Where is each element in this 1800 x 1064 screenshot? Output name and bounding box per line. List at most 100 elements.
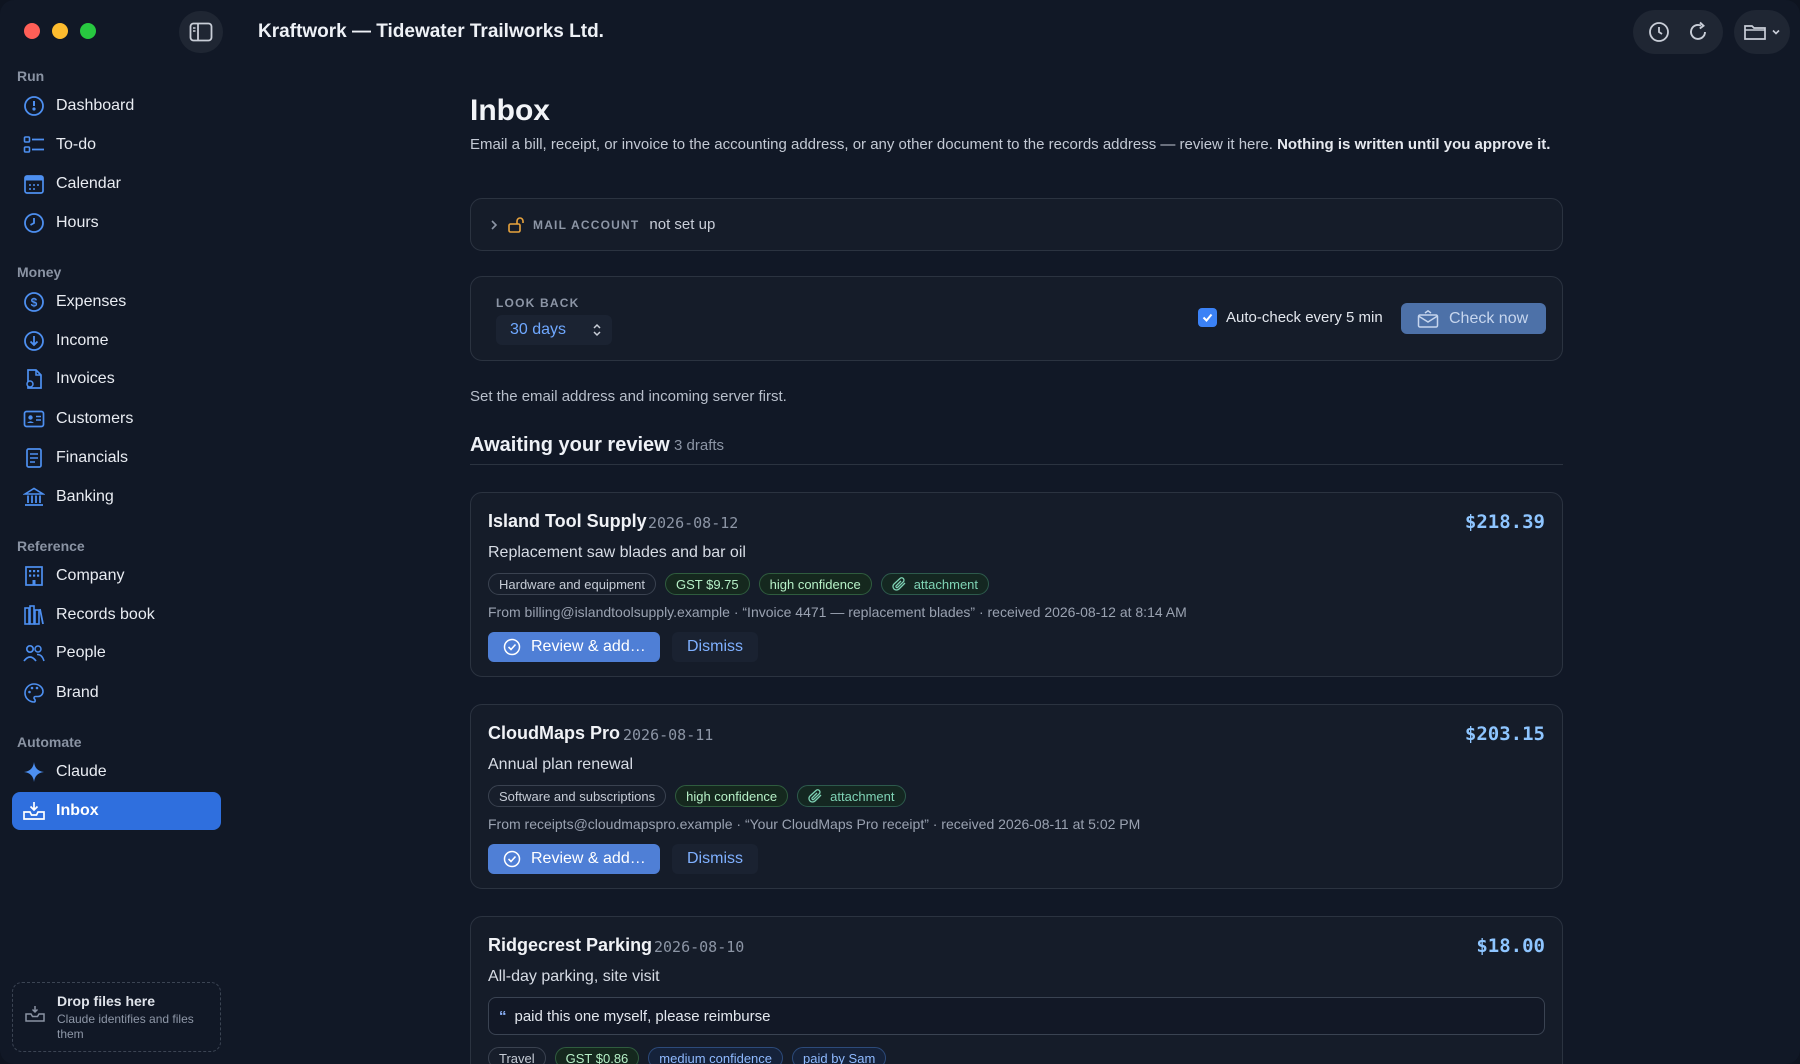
bank-icon — [22, 485, 46, 509]
draft-description: All-day parking, site visit — [488, 968, 660, 985]
palette-icon — [22, 681, 46, 705]
check-circle-icon — [503, 638, 521, 656]
auto-check-toggle[interactable]: Auto-check every 5 min — [1198, 308, 1383, 327]
close-window-button[interactable] — [24, 23, 40, 39]
main-content: Inbox Email a bill, receipt, or invoice … — [470, 64, 1563, 1064]
sidebar-item-label: Customers — [56, 410, 134, 427]
draft-card: Ridgecrest Parking 2026-08-10 $18.00 All… — [470, 916, 1563, 1064]
sidebar-toggle-button[interactable] — [179, 11, 223, 53]
sidebar-item-calendar[interactable]: Calendar — [12, 165, 221, 203]
sidebar-item-label: Income — [56, 332, 109, 349]
attachment-label: attachment — [830, 788, 895, 804]
attachment-tag[interactable]: attachment — [880, 573, 990, 595]
report-icon — [22, 446, 46, 470]
draft-card: Island Tool Supply 2026-08-12 $218.39 Re… — [470, 492, 1563, 677]
tray-icon — [25, 1005, 45, 1028]
category-tag: Hardware and equipment — [488, 573, 656, 595]
sidebar-item-label: Financials — [56, 449, 129, 466]
sidebar-item-customers[interactable]: Customers — [12, 400, 221, 438]
awaiting-review-heading: Awaiting your review — [470, 434, 670, 456]
title-bar: Kraftwork — Tidewater Trailworks Ltd. — [0, 0, 1800, 64]
confidence-tag: medium confidence — [648, 1047, 784, 1064]
building-icon — [22, 564, 46, 588]
sidebar-item-records-book[interactable]: Records book — [12, 596, 221, 634]
chevron-up-down-icon — [592, 322, 602, 343]
sidebar-item-invoices[interactable]: Invoices — [12, 360, 221, 398]
draft-vendor: CloudMaps Pro — [488, 723, 621, 743]
review-add-button[interactable]: Review & add… — [488, 844, 660, 874]
draft-vendor: Ridgecrest Parking — [488, 935, 653, 955]
zoom-window-button[interactable] — [80, 23, 96, 39]
auto-check-label: Auto-check every 5 min — [1226, 309, 1383, 326]
sidebar-item-label: Records book — [56, 606, 155, 623]
drop-files-zone[interactable]: Drop files here Claude identifies and fi… — [12, 982, 221, 1052]
section-label-automate: Automate — [17, 734, 82, 750]
sender-note: “ paid this one myself, please reimburse — [488, 997, 1545, 1035]
sidebar-item-label: Claude — [56, 763, 107, 780]
folder-icon — [1744, 25, 1766, 40]
paperclip-icon — [808, 789, 822, 803]
review-add-label: Review & add… — [531, 638, 646, 655]
sidebar-item-banking[interactable]: Banking — [12, 478, 221, 516]
look-back-label: LOOK BACK — [496, 296, 580, 310]
unlocked-lock-icon — [508, 216, 524, 233]
sidebar-item-label: Invoices — [56, 370, 115, 387]
mail-check-icon — [1417, 309, 1439, 328]
draft-vendor: Island Tool Supply — [488, 511, 647, 531]
sidebar-item-brand[interactable]: Brand — [12, 674, 221, 712]
draft-amount: $18.00 — [1476, 935, 1545, 957]
sidebar-item-company[interactable]: Company — [12, 557, 221, 595]
draft-meta: From billing@islandtoolsupply.example · … — [488, 604, 1187, 620]
look-back-value: 30 days — [510, 321, 567, 338]
look-back-panel: LOOK BACK 30 days Auto-check every 5 min… — [470, 276, 1563, 361]
sidebar-item-dashboard[interactable]: Dashboard — [12, 87, 221, 125]
sidebar-item-people[interactable]: People — [12, 634, 221, 672]
chevron-down-icon — [1772, 29, 1780, 35]
sidebar-item-claude[interactable]: Claude — [12, 753, 221, 791]
draft-tags: Software and subscriptions high confiden… — [488, 785, 906, 807]
sidebar-item-income[interactable]: Income — [12, 322, 221, 360]
section-label-money: Money — [17, 264, 62, 280]
clock-icon — [22, 211, 46, 235]
paperclip-icon — [892, 577, 906, 591]
calendar-icon — [22, 172, 46, 196]
sidebar-item-label: Calendar — [56, 175, 121, 192]
draft-tags: Travel GST $0.86 medium confidence paid … — [488, 1047, 887, 1064]
history-button[interactable] — [1642, 15, 1676, 49]
sidebar-item-label: Dashboard — [56, 97, 135, 114]
dismiss-button[interactable]: Dismiss — [672, 844, 758, 874]
sidebar-item-to-do[interactable]: To-do — [12, 126, 221, 164]
document-icon — [22, 367, 46, 391]
folder-menu-button[interactable] — [1734, 10, 1790, 54]
sidebar-icon — [189, 22, 213, 42]
sidebar-item-label: Expenses — [56, 293, 127, 310]
sender-note-text: paid this one myself, please reimburse — [514, 1007, 771, 1025]
sidebar-item-inbox[interactable]: Inbox — [12, 792, 221, 830]
inbox-icon — [22, 799, 46, 823]
sidebar-item-expenses[interactable]: $ Expenses — [12, 283, 221, 321]
confidence-tag: high confidence — [675, 785, 789, 807]
page-subtitle-emphasis: Nothing is written until you approve it. — [1277, 136, 1551, 153]
review-add-button[interactable]: Review & add… — [488, 632, 660, 662]
window-title: Kraftwork — Tidewater Trailworks Ltd. — [258, 21, 604, 42]
sidebar-item-label: People — [56, 644, 106, 661]
check-now-button[interactable]: Check now — [1401, 303, 1546, 334]
sidebar-item-label: Brand — [56, 684, 99, 701]
app-window: Kraftwork — Tidewater Trailworks Ltd. Ru… — [0, 0, 1800, 1064]
auto-check-checkbox[interactable] — [1198, 308, 1217, 327]
sidebar-item-financials[interactable]: Financials — [12, 439, 221, 477]
dismiss-button[interactable]: Dismiss — [672, 632, 758, 662]
drop-zone-subtitle: Claude identifies and files them — [57, 1012, 194, 1041]
minimize-window-button[interactable] — [52, 23, 68, 39]
mail-account-panel[interactable]: MAIL ACCOUNT not set up — [470, 198, 1563, 251]
look-back-select[interactable]: 30 days — [496, 315, 612, 345]
page-title: Inbox — [470, 94, 550, 127]
sidebar-item-hours[interactable]: Hours — [12, 204, 221, 242]
refresh-icon — [1689, 21, 1706, 40]
draft-amount: $203.15 — [1464, 723, 1545, 745]
attachment-tag[interactable]: attachment — [797, 785, 906, 807]
books-icon — [22, 603, 46, 627]
draft-description: Annual plan renewal — [488, 756, 633, 773]
refresh-button[interactable] — [1681, 15, 1715, 49]
draft-amount: $218.39 — [1464, 511, 1545, 533]
